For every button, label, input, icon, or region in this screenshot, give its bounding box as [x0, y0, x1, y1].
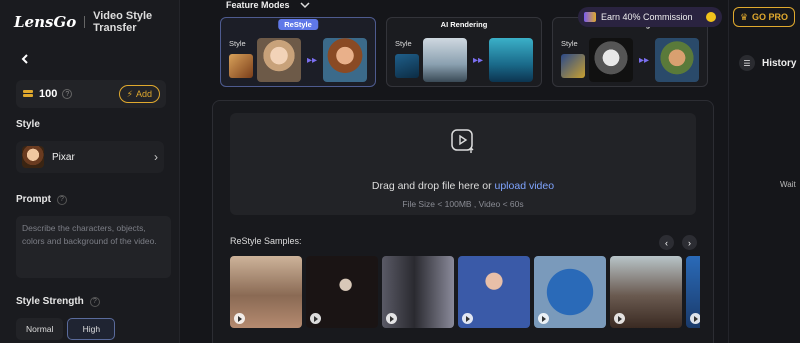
add-credits-label: Add	[135, 89, 152, 99]
play-icon	[234, 313, 245, 324]
style-strength-label: Style Strength ?	[16, 296, 100, 307]
main-panel: Drag and drop file here or upload video …	[212, 100, 714, 343]
strength-label-text: Style Strength	[16, 296, 84, 307]
chevron-left-icon	[21, 54, 28, 64]
history-panel	[728, 0, 800, 343]
play-icon	[462, 313, 473, 324]
style-label: Style	[16, 119, 40, 130]
mode-card-ai-coloring[interactable]: AI Coloring Style ▸▸	[552, 17, 708, 87]
commission-promo[interactable]: Earn 40% Commission	[578, 7, 722, 27]
strength-option-high[interactable]: High	[67, 318, 116, 340]
sample-video-thumbnail[interactable]	[306, 256, 378, 328]
gift-icon	[584, 12, 596, 22]
style-sample-image	[561, 54, 585, 78]
play-icon	[310, 313, 321, 324]
feature-modes-title: Feature Modes	[226, 0, 290, 10]
strength-options: Normal High	[16, 318, 116, 340]
source-image	[257, 38, 301, 82]
credit-count: 100	[39, 88, 58, 100]
mode-tag: AI Rendering	[440, 20, 488, 29]
style-label-text: Style	[16, 119, 40, 130]
double-arrow-icon: ▸▸	[638, 54, 650, 66]
sample-video-thumbnail[interactable]	[382, 256, 454, 328]
chevron-right-icon: ›	[154, 150, 158, 164]
video-upload-icon	[451, 129, 474, 153]
result-image	[655, 38, 699, 82]
sample-video-thumbnail[interactable]	[534, 256, 606, 328]
style-sample-image	[395, 54, 419, 78]
app-title: Video Style Transfer	[93, 10, 153, 34]
prompt-label: Prompt ?	[16, 194, 67, 205]
style-sample-image	[229, 54, 253, 78]
upload-limits: File Size < 100MB , Video < 60s	[402, 199, 524, 209]
feature-mode-cards: ReStyle Style ▸▸ AI Rendering Style ▸▸ A…	[220, 17, 708, 87]
mode-card-restyle[interactable]: ReStyle Style ▸▸	[220, 17, 376, 87]
mode-card-ai-rendering[interactable]: AI Rendering Style ▸▸	[386, 17, 542, 87]
style-selector[interactable]: Pixar ›	[16, 141, 164, 173]
strength-help-icon[interactable]: ?	[89, 296, 100, 307]
brand-divider	[84, 16, 86, 28]
history-header[interactable]: ☰ History	[739, 55, 796, 71]
play-icon	[614, 313, 625, 324]
promo-text: Earn 40% Commission	[601, 12, 693, 22]
brand: LensGo Video Style Transfer	[14, 10, 179, 34]
bolt-icon: ⚡	[126, 88, 133, 99]
upload-instruction: Drag and drop file here or upload video	[230, 180, 696, 192]
result-image	[323, 38, 367, 82]
upload-dropzone[interactable]: Drag and drop file here or upload video …	[230, 113, 696, 215]
coins-icon	[23, 90, 33, 97]
style-selected-value: Pixar	[52, 151, 75, 163]
mode-preview: ▸▸	[561, 38, 699, 82]
mode-tag: ReStyle	[278, 19, 318, 30]
play-icon	[386, 313, 397, 324]
history-status: Wait	[780, 180, 796, 189]
double-arrow-icon: ▸▸	[472, 54, 484, 66]
prompt-label-text: Prompt	[16, 194, 51, 205]
feature-modes-header[interactable]: Feature Modes	[226, 0, 310, 10]
credit-balance: 100 ? ⚡ Add	[16, 80, 166, 108]
source-image	[589, 38, 633, 82]
left-sidebar: LensGo Video Style Transfer 100 ? ⚡ Add …	[0, 0, 180, 343]
prompt-input[interactable]: Describe the characters, objects, colors…	[16, 216, 171, 278]
play-icon	[538, 313, 549, 324]
sample-video-thumbnail[interactable]	[458, 256, 530, 328]
mode-preview: ▸▸	[395, 38, 533, 82]
samples-label: ReStyle Samples:	[230, 236, 302, 246]
upload-text: Drag and drop file here or	[371, 180, 495, 192]
chevron-down-icon	[299, 2, 310, 9]
source-image	[423, 38, 467, 82]
list-icon: ☰	[739, 55, 755, 71]
style-thumbnail	[22, 146, 44, 168]
samples-nav: ‹ ›	[659, 235, 697, 250]
back-button[interactable]	[12, 46, 38, 72]
upload-video-link[interactable]: upload video	[495, 180, 555, 192]
double-arrow-icon: ▸▸	[306, 54, 318, 66]
samples-next-button[interactable]: ›	[682, 235, 697, 250]
credit-help-icon[interactable]: ?	[62, 89, 73, 99]
samples-carousel	[230, 256, 700, 328]
add-credits-button[interactable]: ⚡ Add	[118, 85, 160, 103]
strength-option-normal[interactable]: Normal	[16, 318, 64, 340]
lensgo-logo[interactable]: LensGo	[14, 13, 76, 31]
play-icon	[690, 313, 700, 324]
sample-video-thumbnail[interactable]	[686, 256, 700, 328]
samples-prev-button[interactable]: ‹	[659, 235, 674, 250]
sample-video-thumbnail[interactable]	[230, 256, 302, 328]
prompt-help-icon[interactable]: ?	[57, 194, 67, 205]
history-label: History	[762, 57, 797, 69]
sample-video-thumbnail[interactable]	[610, 256, 682, 328]
coin-icon	[706, 12, 716, 22]
result-image	[489, 38, 533, 82]
mode-preview: ▸▸	[229, 38, 367, 82]
